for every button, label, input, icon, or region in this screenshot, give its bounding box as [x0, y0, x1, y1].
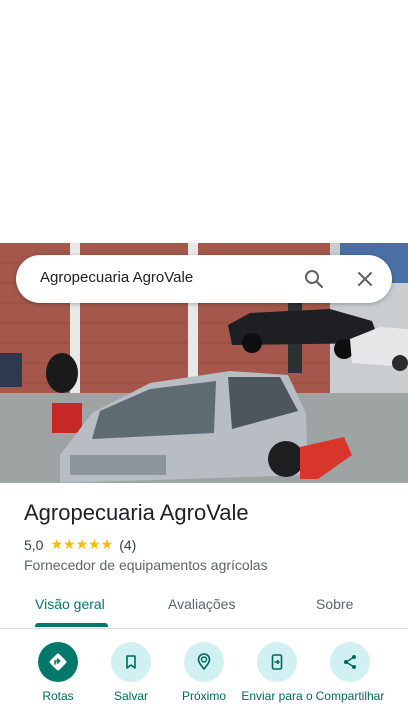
review-count: (4): [119, 536, 137, 553]
nearby-icon: [184, 642, 224, 682]
tab-about[interactable]: Sobre: [316, 596, 353, 612]
directions-icon: [38, 642, 78, 682]
bookmark-icon: [111, 642, 151, 682]
rating-row[interactable]: 5,0 ★★★★★ (4): [24, 536, 136, 553]
rating-value: 5,0: [24, 536, 44, 553]
nearby-label: Próximo: [181, 689, 226, 703]
search-icon[interactable]: [302, 267, 326, 291]
map-area[interactable]: [0, 0, 408, 243]
nearby-button[interactable]: Próximo: [166, 642, 242, 704]
send-to-phone-label: Enviar para o: [241, 689, 313, 703]
send-to-phone-button[interactable]: Enviar para o: [239, 642, 315, 704]
place-title: Agropecuaria AgroVale: [24, 500, 249, 525]
directions-button[interactable]: Rotas: [20, 642, 96, 704]
tab-overview[interactable]: Visão geral: [35, 596, 105, 612]
save-label: Salvar: [113, 689, 148, 703]
share-icon: [330, 642, 370, 682]
save-button[interactable]: Salvar: [93, 642, 169, 704]
search-bar[interactable]: Agropecuaria AgroVale: [16, 255, 392, 303]
tab-reviews[interactable]: Avaliações: [168, 596, 235, 612]
place-category: Fornecedor de equipamentos agrícolas: [24, 557, 268, 573]
active-tab-indicator: [35, 623, 108, 627]
send-to-phone-icon: [257, 642, 297, 682]
directions-label: Rotas: [42, 689, 74, 703]
close-icon[interactable]: [353, 267, 377, 291]
rating-stars-icon: ★★★★★: [50, 536, 114, 552]
tab-bar: Visão geral Avaliações Sobre: [0, 584, 408, 629]
search-query-text[interactable]: Agropecuaria AgroVale: [40, 269, 193, 286]
share-label: Compartilhar: [315, 689, 385, 703]
share-button[interactable]: Compartilhar: [312, 642, 388, 704]
